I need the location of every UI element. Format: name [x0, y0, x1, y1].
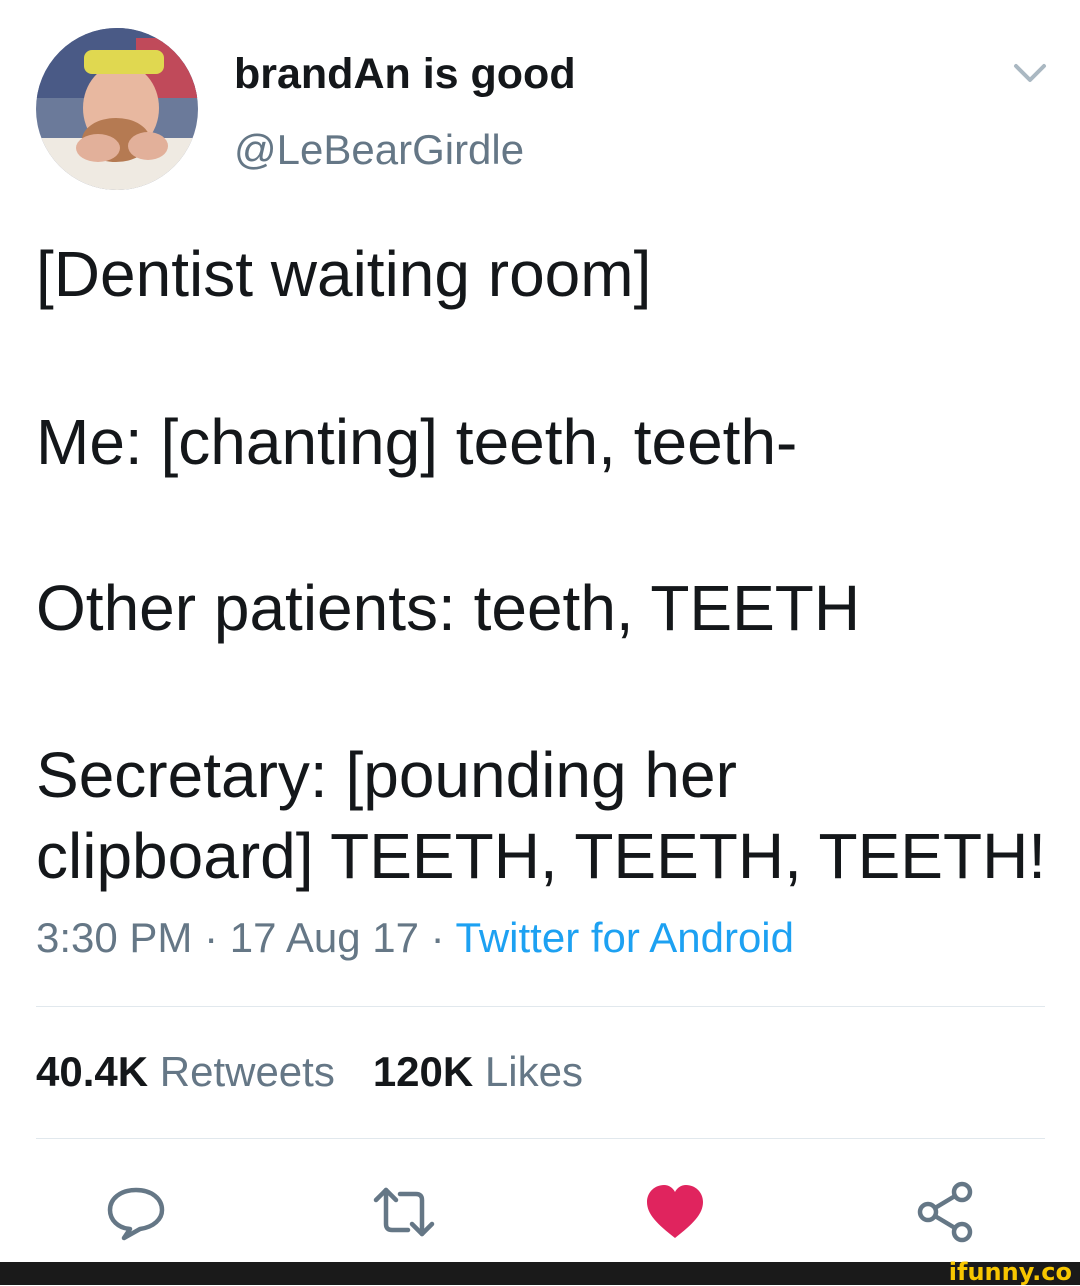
likes-stat[interactable]: 120K Likes: [373, 1048, 583, 1095]
retweet-icon[interactable]: [372, 1180, 436, 1244]
chevron-down-icon[interactable]: [1010, 58, 1050, 88]
divider: [36, 1006, 1045, 1007]
tweet-text-line: Me: [chanting] teeth, teeth-: [36, 406, 798, 478]
watermark-bar: [0, 1262, 1080, 1285]
meta-separator: ·: [192, 914, 230, 961]
tweet-text-line: [Dentist waiting room]: [36, 238, 652, 310]
tweet-text-line: Secretary: [pounding her: [36, 739, 737, 811]
retweets-stat[interactable]: 40.4K Retweets: [36, 1048, 335, 1095]
likes-label: Likes: [484, 1048, 583, 1095]
share-icon[interactable]: [914, 1180, 978, 1244]
retweets-count: 40.4K: [36, 1048, 149, 1095]
tweet-text-line: Other patients: teeth, TEETH: [36, 572, 861, 644]
display-name[interactable]: brandAn is good: [234, 50, 576, 99]
tweet-text-line: clipboard] TEETH, TEETH, TEETH!: [36, 820, 1047, 892]
reply-icon[interactable]: [104, 1180, 168, 1244]
tweet-stats: 40.4K Retweets 120K Likes: [36, 1048, 583, 1096]
meta-separator: ·: [418, 914, 456, 961]
divider: [36, 1138, 1045, 1139]
avatar[interactable]: [36, 28, 198, 190]
avatar-photo: [36, 28, 198, 190]
watermark-logo: ifunny.co: [948, 1258, 1072, 1286]
tweet-meta: 3:30 PM · 17 Aug 17 · Twitter for Androi…: [36, 914, 794, 962]
likes-count: 120K: [372, 1048, 474, 1095]
tweet-date: 17 Aug 17: [229, 914, 419, 961]
user-handle[interactable]: @LeBearGirdle: [234, 126, 524, 174]
tweet-source-link[interactable]: Twitter for Android: [456, 914, 794, 961]
heart-icon[interactable]: [643, 1180, 707, 1244]
tweet-time: 3:30 PM: [36, 914, 193, 961]
retweets-label: Retweets: [159, 1048, 335, 1095]
